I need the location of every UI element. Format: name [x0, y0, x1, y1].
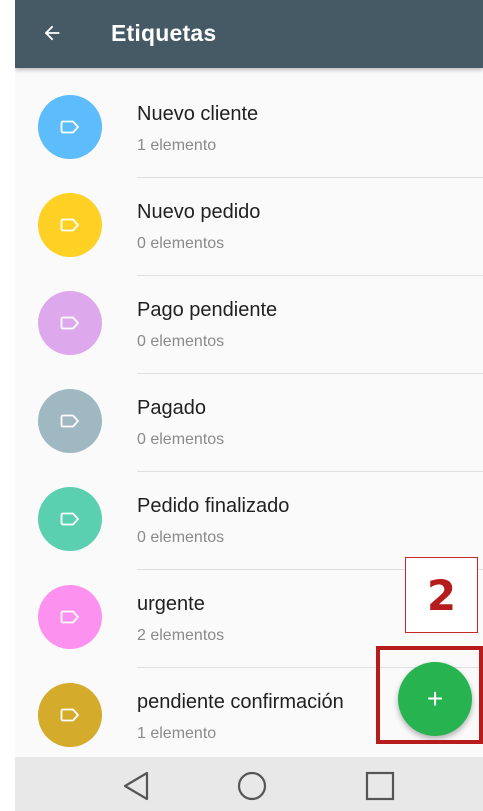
- tag-icon: [60, 512, 79, 526]
- label-list-item[interactable]: Nuevo cliente 1 elemento: [15, 80, 483, 178]
- label-count: 0 elementos: [137, 235, 225, 252]
- label-avatar: [38, 585, 102, 649]
- home-circle-icon: [237, 771, 267, 801]
- label-name: pendiente confirmación: [137, 691, 344, 713]
- label-list-item[interactable]: Nuevo pedido 0 elementos: [15, 178, 483, 276]
- highlight-box: [376, 646, 483, 744]
- label-count: 1 elemento: [137, 725, 217, 742]
- label-avatar: [38, 487, 102, 551]
- label-text: Nuevo cliente 1 elemento: [137, 80, 483, 178]
- back-button[interactable]: [35, 16, 69, 50]
- label-text: Pago pendiente 0 elementos: [137, 276, 483, 374]
- label-name: Nuevo cliente: [137, 103, 259, 125]
- arrow-left-icon: [44, 25, 60, 41]
- label-avatar: [38, 95, 102, 159]
- tag-icon: [60, 414, 79, 428]
- tag-icon: [60, 120, 79, 134]
- nav-recents-button[interactable]: [363, 769, 397, 803]
- label-avatar: [38, 291, 102, 355]
- label-count: 0 elementos: [137, 333, 225, 350]
- recents-square-icon: [365, 771, 395, 801]
- label-text: Pedido finalizado 0 elementos: [137, 472, 483, 570]
- tag-icon: [60, 708, 79, 722]
- label-text: Pagado 0 elementos: [137, 374, 483, 472]
- step-number-annotation: 2: [405, 557, 478, 633]
- tag-icon: [60, 316, 79, 330]
- step-number: 2: [426, 570, 457, 620]
- page-title: Etiquetas: [111, 20, 217, 46]
- label-list-item[interactable]: Pedido finalizado 0 elementos: [15, 472, 483, 570]
- label-avatar: [38, 683, 102, 747]
- label-name: Nuevo pedido: [137, 201, 261, 223]
- system-nav-bar: [15, 757, 483, 811]
- label-text: Nuevo pedido 0 elementos: [137, 178, 483, 276]
- label-name: Pago pendiente: [137, 299, 278, 321]
- label-count: 2 elementos: [137, 627, 225, 644]
- nav-home-button[interactable]: [235, 769, 269, 803]
- tag-icon: [60, 610, 79, 624]
- label-count: 1 elemento: [137, 137, 217, 154]
- nav-back-button[interactable]: [119, 769, 153, 803]
- label-name: urgente: [137, 593, 205, 615]
- label-count: 0 elementos: [137, 529, 225, 546]
- app-bar: Etiquetas: [15, 0, 483, 68]
- label-avatar: [38, 193, 102, 257]
- label-name: Pagado: [137, 397, 206, 419]
- back-triangle-icon: [123, 771, 149, 801]
- label-list-item[interactable]: Pagado 0 elementos: [15, 374, 483, 472]
- label-name: Pedido finalizado: [137, 495, 290, 517]
- label-count: 0 elementos: [137, 431, 225, 448]
- tag-icon: [60, 218, 79, 232]
- label-avatar: [38, 389, 102, 453]
- label-list-item[interactable]: Pago pendiente 0 elementos: [15, 276, 483, 374]
